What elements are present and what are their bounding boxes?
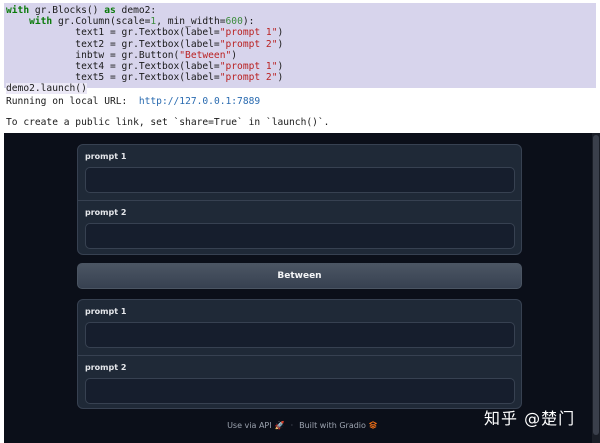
code-token: text4 = gr.Textbox(label= bbox=[6, 60, 220, 72]
use-via-api-label: Use via API bbox=[227, 420, 272, 430]
textbox-label: prompt 2 bbox=[85, 363, 127, 372]
code-token: ) bbox=[277, 27, 284, 39]
code-token: text2 = gr.Textbox(label= bbox=[6, 38, 220, 50]
textbox-group-1: prompt 1 prompt 2 bbox=[77, 144, 522, 255]
code-token: gr.Blocks() bbox=[29, 5, 105, 16]
textbox-block-prompt-1: prompt 1 bbox=[78, 145, 521, 200]
prompt-1-input[interactable] bbox=[85, 167, 515, 193]
between-button[interactable]: Between bbox=[77, 263, 522, 289]
code-line: with gr.Column(scale=1, min_width=600): bbox=[6, 16, 596, 27]
textbox-block-prompt-2-lower: prompt 2 bbox=[78, 355, 521, 408]
code-token: ) bbox=[277, 72, 284, 84]
code-line: text1 = gr.Textbox(label="prompt 1") bbox=[6, 27, 596, 38]
code-line: inbtw = gr.Button("Between") bbox=[6, 50, 596, 61]
code-token: ) bbox=[231, 49, 238, 61]
prompt-2-input[interactable] bbox=[85, 223, 515, 249]
code-token: as bbox=[104, 5, 116, 16]
code-cell[interactable]: with gr.Blocks() as demo2: with gr.Colum… bbox=[4, 3, 596, 95]
code-token: ): bbox=[242, 16, 255, 28]
code-token: demo2: bbox=[115, 5, 157, 16]
textbox-group-2: prompt 1 prompt 2 bbox=[77, 299, 522, 409]
code-token: with bbox=[6, 5, 30, 16]
code-token: 600 bbox=[225, 16, 243, 28]
code-token: ) bbox=[277, 60, 284, 72]
scrollbar-thumb[interactable] bbox=[593, 135, 599, 435]
code-token: , min_width= bbox=[156, 16, 226, 28]
built-with-gradio-label: Built with Gradio bbox=[299, 420, 366, 430]
code-token: ) bbox=[277, 38, 284, 50]
code-token: text1 = gr.Textbox(label= bbox=[6, 27, 220, 39]
use-via-api-link[interactable]: Use via API 🚀 bbox=[227, 421, 285, 430]
code-token: "prompt 2" bbox=[219, 72, 278, 84]
textbox-block-prompt-2: prompt 2 bbox=[78, 200, 521, 254]
code-token: gr.Column(scale= bbox=[52, 16, 151, 28]
running-url-line: Running on local URL: http://127.0.0.1:7… bbox=[6, 96, 260, 107]
gradio-app-frame: prompt 1 prompt 2 Between prompt 1 promp… bbox=[4, 133, 600, 443]
prompt-2-lower-input[interactable] bbox=[85, 378, 515, 404]
built-with-gradio-link[interactable]: Built with Gradio bbox=[299, 421, 377, 430]
public-link-note: To create a public link, set `share=True… bbox=[6, 117, 330, 128]
code-token: "prompt 2" bbox=[219, 38, 278, 50]
footer-separator: · bbox=[290, 420, 294, 430]
textbox-block-prompt-1-lower: prompt 1 bbox=[78, 300, 521, 355]
rocket-icon: 🚀 bbox=[274, 420, 285, 430]
running-prefix: Running on local URL: bbox=[6, 96, 139, 107]
local-url-link[interactable]: http://127.0.0.1:7889 bbox=[139, 96, 260, 107]
textbox-label: prompt 2 bbox=[85, 208, 127, 217]
code-line: text4 = gr.Textbox(label="prompt 1") bbox=[6, 61, 596, 72]
code-token: text5 = gr.Textbox(label= bbox=[6, 72, 220, 84]
code-token: "prompt 1" bbox=[219, 27, 278, 39]
gradio-logo-icon bbox=[368, 421, 377, 429]
code-token: "prompt 1" bbox=[219, 60, 278, 72]
code-token: with bbox=[29, 16, 53, 28]
zhihu-watermark: 知乎 @楚门 bbox=[484, 409, 576, 428]
prompt-1-lower-input[interactable] bbox=[85, 322, 515, 348]
code-line: with gr.Blocks() as demo2: bbox=[6, 5, 596, 16]
code-token: inbtw = gr.Button( bbox=[6, 49, 180, 61]
textbox-label: prompt 1 bbox=[85, 307, 127, 316]
textbox-label: prompt 1 bbox=[85, 152, 127, 161]
code-line: text2 = gr.Textbox(label="prompt 2") bbox=[6, 39, 596, 50]
scrollbar-track[interactable] bbox=[592, 133, 600, 443]
code-line: demo2.launch() bbox=[6, 83, 596, 95]
code-line: text5 = gr.Textbox(label="prompt 2") bbox=[6, 72, 596, 83]
code-token: "Between" bbox=[179, 49, 232, 61]
code-token: demo2.launch() bbox=[6, 83, 87, 95]
